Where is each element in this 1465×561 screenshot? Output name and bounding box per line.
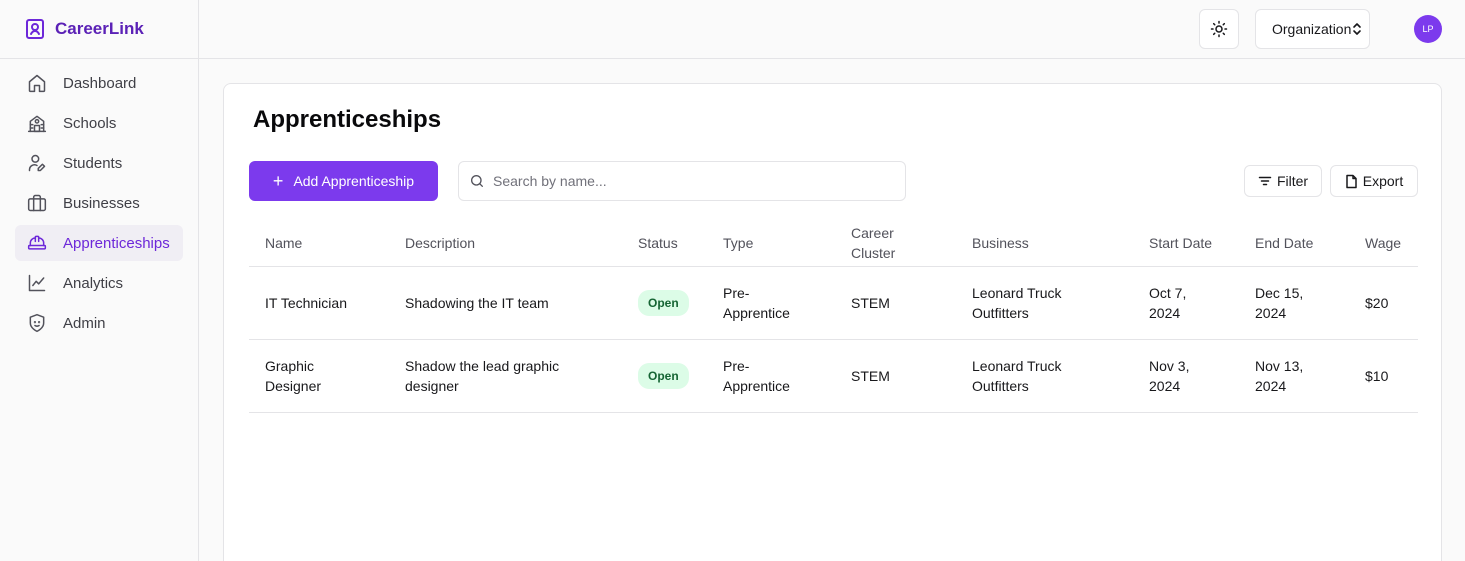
sidebar-item-label: Dashboard: [63, 74, 137, 92]
cell-status: Open: [622, 266, 707, 340]
chevrons-up-down-icon: [1351, 22, 1363, 36]
cell-status: Open: [622, 339, 707, 413]
sidebar: CareerLink Dashboard Schools Students Bu…: [0, 0, 199, 561]
sidebar-item-analytics[interactable]: Analytics: [15, 265, 183, 301]
cell-name: Graphic Designer: [249, 339, 389, 413]
column-header-type[interactable]: Type: [707, 221, 835, 267]
column-header-end-date[interactable]: End Date: [1239, 221, 1349, 267]
search-input[interactable]: [493, 173, 893, 189]
cell-business: Leonard Truck Outfitters: [956, 339, 1133, 413]
cell-description: Shadow the lead graphic designer: [389, 339, 622, 413]
organization-select-value: Organization: [1272, 21, 1352, 37]
table-header-row: Name Description Status Type Career Clus…: [249, 221, 1418, 267]
cell-wage: $10: [1349, 339, 1418, 413]
export-label: Export: [1362, 173, 1404, 189]
theme-toggle-button[interactable]: [1199, 9, 1239, 49]
sidebar-item-businesses[interactable]: Businesses: [15, 185, 183, 221]
column-header-career-cluster[interactable]: Career Cluster: [835, 221, 956, 267]
cell-wage: $20: [1349, 266, 1418, 340]
plus-icon: +: [272, 171, 284, 191]
apprenticeships-card: Apprenticeships + Add Apprenticeship Fil…: [223, 83, 1442, 561]
avatar[interactable]: LP: [1414, 15, 1442, 43]
status-badge: Open: [638, 362, 689, 389]
badge-icon: [25, 18, 45, 40]
column-header-description[interactable]: Description: [389, 221, 622, 267]
filter-icon: [1258, 174, 1272, 188]
sidebar-item-label: Schools: [63, 114, 117, 132]
sidebar-item-label: Admin: [63, 314, 106, 332]
line-chart-icon: [26, 272, 48, 294]
cell-description: Shadowing the IT team: [389, 266, 622, 340]
search-box: [458, 161, 906, 201]
add-apprenticeship-button[interactable]: + Add Apprenticeship: [249, 161, 438, 201]
top-header: Organization LP: [199, 0, 1465, 59]
column-header-start-date[interactable]: Start Date: [1133, 221, 1239, 267]
cell-type: Pre-Apprentice: [707, 266, 835, 340]
hard-hat-icon: [26, 232, 48, 254]
sidebar-item-schools[interactable]: Schools: [15, 105, 183, 141]
cell-career-cluster: STEM: [835, 339, 956, 413]
cell-start-date: Oct 7, 2024: [1133, 266, 1239, 340]
user-edit-icon: [26, 152, 48, 174]
table-row[interactable]: Graphic Designer Shadow the lead graphic…: [249, 339, 1418, 413]
sidebar-item-label: Businesses: [63, 194, 140, 212]
sidebar-item-label: Apprenticeships: [63, 234, 170, 252]
sidebar-item-label: Analytics: [63, 274, 124, 292]
filter-button[interactable]: Filter: [1244, 165, 1322, 197]
brand[interactable]: CareerLink: [0, 0, 198, 59]
organization-select[interactable]: Organization: [1255, 9, 1370, 49]
sidebar-item-apprenticeships[interactable]: Apprenticeships: [15, 225, 183, 261]
sidebar-nav: Dashboard Schools Students Businesses Ap…: [0, 59, 198, 341]
cell-career-cluster: STEM: [835, 266, 956, 340]
column-header-name[interactable]: Name: [249, 221, 389, 267]
sidebar-item-students[interactable]: Students: [15, 145, 183, 181]
sidebar-item-label: Students: [63, 154, 123, 172]
sidebar-item-admin[interactable]: Admin: [15, 305, 183, 341]
add-apprenticeship-label: Add Apprenticeship: [293, 173, 415, 189]
cell-type: Pre-Apprentice: [707, 339, 835, 413]
cell-business: Leonard Truck Outfitters: [956, 266, 1133, 340]
cell-end-date: Nov 13, 2024: [1239, 339, 1349, 413]
school-icon: [26, 112, 48, 134]
sidebar-item-dashboard[interactable]: Dashboard: [15, 65, 183, 101]
column-header-wage[interactable]: Wage: [1349, 221, 1418, 267]
status-badge: Open: [638, 289, 689, 316]
page-title: Apprenticeships: [253, 106, 442, 133]
table-row[interactable]: IT Technician Shadowing the IT team Open…: [249, 266, 1418, 340]
cell-name: IT Technician: [249, 266, 389, 340]
cell-end-date: Dec 15, 2024: [1239, 266, 1349, 340]
file-icon: [1345, 174, 1358, 189]
brand-name: CareerLink: [55, 19, 144, 38]
shield-icon: [26, 312, 48, 334]
export-button[interactable]: Export: [1330, 165, 1418, 197]
home-icon: [26, 72, 48, 94]
sun-icon: [1210, 20, 1228, 38]
search-icon: [469, 173, 485, 189]
apprenticeships-table: Name Description Status Type Career Clus…: [249, 221, 1418, 413]
cell-start-date: Nov 3, 2024: [1133, 339, 1239, 413]
column-header-status[interactable]: Status: [622, 221, 707, 267]
filter-label: Filter: [1276, 173, 1309, 189]
column-header-business[interactable]: Business: [956, 221, 1133, 267]
briefcase-icon: [26, 192, 48, 214]
